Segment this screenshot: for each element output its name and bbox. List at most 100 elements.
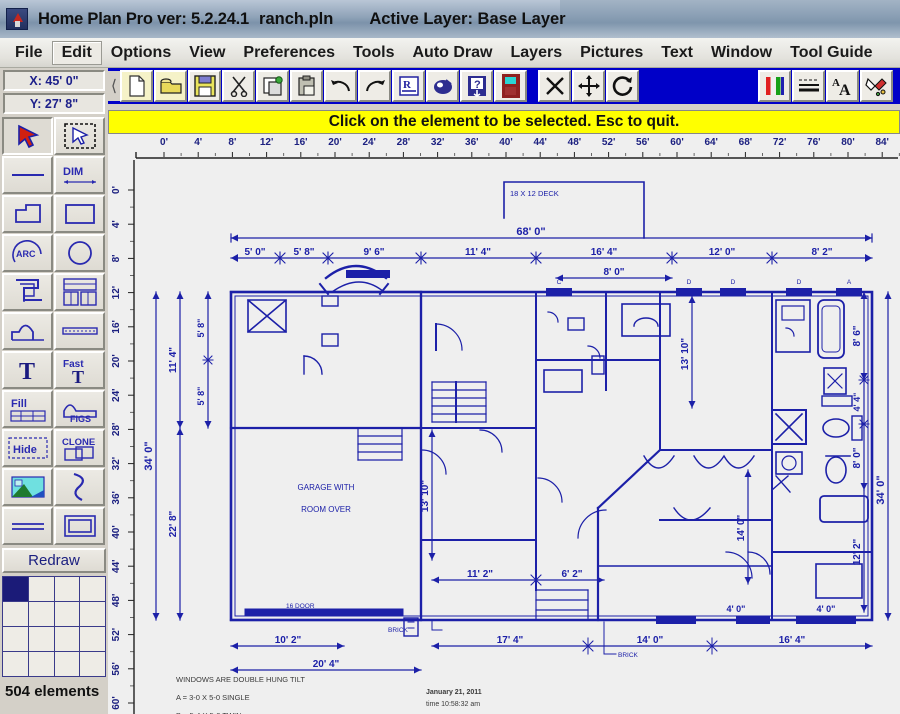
fast-text-tool[interactable]: Fast T — [54, 351, 105, 389]
select-area-tool[interactable] — [54, 117, 105, 155]
menu-item-file[interactable]: File — [6, 42, 52, 64]
door-icon[interactable] — [494, 70, 527, 102]
app-title: Home Plan Pro ver: 5.2.24.1 — [38, 9, 250, 28]
delete-icon[interactable] — [538, 70, 571, 102]
tool-row — [2, 195, 106, 234]
svg-text:ARC: ARC — [16, 249, 36, 259]
polyline-tool[interactable] — [2, 195, 53, 233]
menu-item-layers[interactable]: Layers — [502, 42, 572, 64]
ruler-tick-label: 16' — [294, 137, 308, 148]
svg-text:4' 4": 4' 4" — [852, 393, 862, 412]
curve-tool[interactable] — [54, 468, 105, 506]
clone-tool[interactable]: CLONE — [54, 429, 105, 467]
menu-item-view[interactable]: View — [180, 42, 234, 64]
menu-item-tool-guide[interactable]: Tool Guide — [781, 42, 881, 64]
color-swatch[interactable] — [54, 627, 80, 651]
color-swatch[interactable] — [28, 627, 54, 651]
svg-text:DIM: DIM — [63, 166, 83, 178]
line-style-icon[interactable] — [792, 70, 825, 102]
figures-tool[interactable]: FIGS — [54, 390, 105, 428]
picture-tool[interactable] — [2, 468, 53, 506]
color-swatch[interactable] — [54, 577, 80, 601]
menu-item-options[interactable]: Options — [102, 42, 180, 64]
horizontal-ruler-ticks: 0' 4' 8' 12' 16' 20' 24' 28' 32' 36' 40' 44' 48' 52' 5… — [135, 137, 900, 159]
color-swatch[interactable] — [3, 652, 28, 676]
svg-text:BRICK: BRICK — [618, 652, 639, 659]
undo-icon[interactable] — [324, 70, 357, 102]
ruler-tick-label: 8' — [111, 254, 122, 262]
svg-text:16 DOOR: 16 DOOR — [286, 603, 315, 610]
ruler-tick-label: 84' — [875, 137, 889, 148]
svg-text:R: R — [403, 79, 412, 91]
active-layer-label: Active Layer: Base Layer — [369, 9, 566, 28]
circle-tool[interactable] — [54, 234, 105, 272]
double-line-tool[interactable] — [2, 507, 53, 545]
ruler-tick-label: 12' — [111, 286, 122, 300]
floor-plan-drawing[interactable]: 18 X 12 DECK 68' 0" 5' 0" 5' 8" 9' 6" 11… — [136, 160, 900, 714]
svg-text:20' 4": 20' 4" — [313, 659, 340, 670]
frame-tool[interactable] — [54, 507, 105, 545]
brush-icon[interactable] — [860, 70, 893, 102]
floor-plan-svg[interactable]: 18 X 12 DECK 68' 0" 5' 0" 5' 8" 9' 6" 11… — [136, 160, 900, 714]
svg-text:A: A — [839, 82, 851, 97]
open-file-icon[interactable] — [154, 70, 187, 102]
rectangle-tool[interactable] — [54, 195, 105, 233]
dimension-tool[interactable]: DIM — [54, 156, 105, 194]
color-bars-icon[interactable] — [758, 70, 791, 102]
ruler-tick-label: 32' — [431, 137, 445, 148]
paste-icon[interactable] — [290, 70, 323, 102]
color-swatch[interactable] — [80, 577, 105, 601]
menu-item-edit[interactable]: Edit — [51, 40, 102, 65]
color-swatch[interactable] — [54, 652, 80, 676]
svg-text:January 21, 2011: January 21, 2011 — [426, 689, 482, 696]
save-icon[interactable] — [188, 70, 221, 102]
tool-row — [2, 312, 106, 351]
drawing-canvas[interactable]: 0' 4' 8' 12' 16' 20' 24' 28' 32' 36' 40' 44' 48' 52' 5… — [108, 134, 900, 714]
menu-item-tools[interactable]: Tools — [344, 42, 403, 64]
font-icon[interactable]: AA — [826, 70, 859, 102]
svg-text:8' 0": 8' 0" — [852, 447, 863, 468]
beam-tool[interactable] — [54, 312, 105, 350]
svg-text:8' 0": 8' 0" — [603, 267, 624, 278]
vertical-ruler: 0' 4' 8' 12' 16' 20' 24' 28' 32' 36' 40' 44' 48' 52' 5… — [108, 160, 136, 714]
line-tool[interactable] — [2, 156, 53, 194]
color-swatch[interactable] — [28, 652, 54, 676]
cut-icon[interactable] — [222, 70, 255, 102]
text-tool[interactable]: T — [2, 351, 53, 389]
menu-item-pictures[interactable]: Pictures — [571, 42, 652, 64]
arc-tool[interactable]: ARC — [2, 234, 53, 272]
menu-item-auto-draw[interactable]: Auto Draw — [404, 42, 502, 64]
paint-bucket-icon[interactable] — [426, 70, 459, 102]
svg-text:8' 2": 8' 2" — [811, 247, 832, 258]
color-swatch[interactable] — [80, 627, 105, 651]
color-swatch[interactable] — [28, 602, 54, 626]
copy-icon[interactable] — [256, 70, 289, 102]
color-swatch[interactable] — [3, 602, 28, 626]
stairs-tool[interactable] — [2, 312, 53, 350]
color-swatch[interactable] — [80, 602, 105, 626]
select-arrow-tool[interactable] — [2, 117, 53, 155]
menu-item-text[interactable]: Text — [652, 42, 702, 64]
redraw-button[interactable]: Redraw — [2, 548, 106, 573]
color-swatch[interactable] — [3, 577, 28, 601]
rotate-icon[interactable] — [606, 70, 639, 102]
ruler-tick-label: 72' — [773, 137, 787, 148]
svg-text:14' 0": 14' 0" — [637, 635, 664, 646]
menu-item-preferences[interactable]: Preferences — [234, 42, 344, 64]
toolbar-grip[interactable]: ⟨ — [108, 71, 120, 101]
help-icon[interactable]: ? — [460, 70, 493, 102]
new-file-icon[interactable] — [120, 70, 153, 102]
color-swatch[interactable] — [54, 602, 80, 626]
ruler-tool-icon[interactable]: R — [392, 70, 425, 102]
hide-tool[interactable]: Hide — [2, 429, 53, 467]
fill-tool[interactable]: Fill — [2, 390, 53, 428]
move-icon[interactable] — [572, 70, 605, 102]
menu-item-window[interactable]: Window — [702, 42, 781, 64]
color-swatch[interactable] — [28, 577, 54, 601]
wall-tool[interactable] — [2, 273, 53, 311]
window-tool[interactable] — [54, 273, 105, 311]
color-swatch[interactable] — [80, 652, 105, 676]
color-swatch[interactable] — [3, 627, 28, 651]
svg-text:D: D — [731, 279, 736, 286]
redo-icon[interactable] — [358, 70, 391, 102]
